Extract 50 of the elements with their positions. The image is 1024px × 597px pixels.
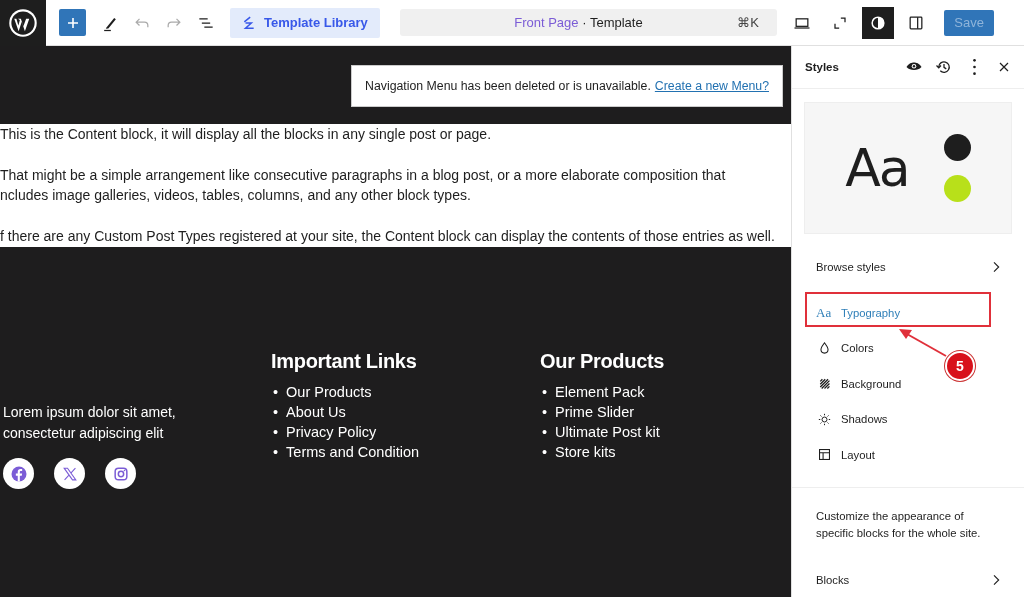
- social-button[interactable]: [3, 458, 34, 489]
- footer-link[interactable]: Privacy Policy: [286, 422, 377, 442]
- style-preview-sample: Aa: [845, 138, 909, 198]
- zigzag-icon: [242, 15, 256, 30]
- wordpress-logo-icon: [8, 7, 38, 38]
- color-dot: [943, 134, 971, 161]
- style-toggle-button[interactable]: [862, 6, 895, 39]
- footer-link[interactable]: Ultimate Post kit: [555, 422, 660, 442]
- styles-menu-item[interactable]: Shadows: [792, 401, 1024, 437]
- footer-link[interactable]: Prime Slider: [555, 402, 635, 422]
- plus-icon: [65, 15, 80, 30]
- bullet-mark: •: [542, 443, 548, 462]
- footer-heading: Important Links: [271, 350, 418, 373]
- footer-link[interactable]: Terms and Condition: [286, 442, 420, 462]
- blocks-description: Customize the appearance of specific blocks for the whole site.: [815, 508, 982, 541]
- history-icon: [935, 58, 953, 76]
- social-button[interactable]: [105, 458, 136, 489]
- bullet-mark: •: [542, 403, 548, 422]
- bullet-mark: •: [273, 383, 279, 402]
- notice-text: Navigation Menu has been deleted or is unavailable.: [365, 79, 651, 93]
- create-menu-link[interactable]: Create a new Menu?: [654, 79, 769, 93]
- footer-link[interactable]: Element Pack: [555, 382, 645, 402]
- content-paragraph: That might be a simple arrangement like consecutive paragraphs in a blog post, or a more elaborate composition that ncludes image galleries, videos, tables, columns, and any other block types.: [0, 165, 727, 205]
- footer-link[interactable]: Our Products: [286, 382, 372, 402]
- color-dot: [943, 175, 971, 202]
- blocks-button[interactable]: Blocks: [792, 561, 1024, 597]
- footer-heading: Our Products: [540, 350, 666, 373]
- footer-link[interactable]: About Us: [286, 402, 346, 422]
- bullet-mark: •: [542, 383, 548, 402]
- bullet-mark: •: [273, 403, 279, 422]
- styles-menu-item[interactable]: Aa Typography: [792, 295, 1024, 331]
- bullet-mark: •: [273, 443, 279, 462]
- footer-link[interactable]: Store kits: [555, 442, 616, 462]
- step-number-badge: 5: [945, 351, 975, 381]
- social-button[interactable]: [54, 458, 85, 489]
- footer-about-text: Lorem ipsum dolor sit amet, consectetur adipiscing elit: [3, 403, 177, 443]
- typography-icon: Aa: [816, 304, 833, 321]
- add-block-button[interactable]: [59, 9, 86, 36]
- bullet-mark: •: [542, 423, 548, 442]
- more-icon: [972, 59, 976, 75]
- browse-styles-button[interactable]: Browse styles: [792, 249, 1024, 285]
- template-library-button[interactable]: Template Library: [230, 7, 380, 38]
- content-paragraph: f there are any Custom Post Types registered at your site, the Content block can display the contents of those entries as well.: [0, 226, 776, 246]
- style-preview-card[interactable]: Aa: [804, 102, 1012, 234]
- command-bar[interactable]: Front Page · Template ⌘K: [399, 9, 777, 36]
- content-paragraph: This is the Content block, it will display all the blocks in any single post or page.: [0, 125, 493, 144]
- styles-menu-item[interactable]: Layout: [792, 437, 1024, 473]
- pointer-arrow: [899, 329, 947, 357]
- panel-title: Styles: [805, 61, 840, 73]
- bullet-mark: •: [273, 423, 279, 442]
